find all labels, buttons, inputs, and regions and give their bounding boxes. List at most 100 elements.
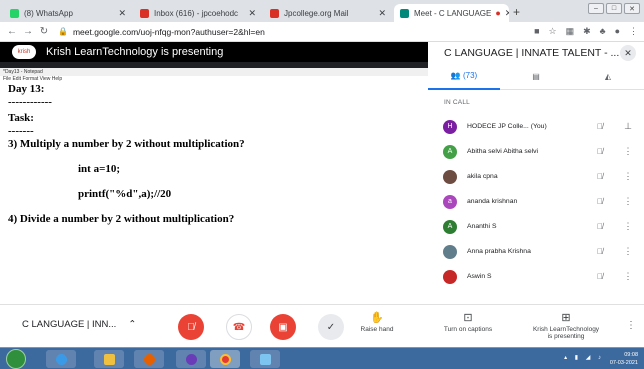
present-screen-icon: ⊞ <box>561 312 571 324</box>
whatsapp-icon <box>10 8 19 18</box>
hang-up-icon: ☎ <box>232 321 246 333</box>
more-options-icon[interactable]: ⋮ <box>620 221 636 232</box>
puzzle-icon[interactable]: ♣ <box>600 26 606 37</box>
minimize-button[interactable]: – <box>588 3 604 14</box>
mic-off-icon: 🎙̸ <box>597 272 603 281</box>
presenter-text: Krish LearnTechnology is presenting <box>46 46 224 58</box>
close-icon[interactable]: ✕ <box>620 45 636 61</box>
mic-off-icon: 🎙̸ <box>597 147 603 156</box>
tab-title: Jpcollege.org Mail <box>284 8 349 18</box>
tab-chat[interactable]: ▤ <box>500 64 572 90</box>
reload-icon[interactable]: ↻ <box>36 26 52 37</box>
chat-icon: ▤ <box>532 72 540 81</box>
more-options-icon[interactable]: ⋮ <box>620 246 636 257</box>
camera-off-icon: ▣ <box>278 321 288 333</box>
avatar <box>443 269 457 284</box>
start-button[interactable] <box>6 349 26 369</box>
internet-explorer-icon[interactable] <box>46 350 76 368</box>
presenter-logo: krish <box>12 45 36 59</box>
meeting-controls: C LANGUAGE | INN... ⌃ 🎙̸ ☎ ▣ ✓ ✋ Raise h… <box>0 304 644 347</box>
system-tray[interactable]: ▴ ▮ ◢ ♪ <box>564 354 604 361</box>
participant-row[interactable]: a ananda krishnan 🎙̸ ⋮ <box>428 189 644 214</box>
tab-meet[interactable]: Meet - C LANGUAGE ● ✕ <box>394 4 509 22</box>
maximize-button[interactable]: □ <box>606 3 622 14</box>
tab-title: Meet - C LANGUAGE <box>414 8 492 18</box>
note-line: int a=10; <box>78 163 121 175</box>
pin-icon[interactable]: ⊥ <box>620 121 636 132</box>
checkmark-button[interactable]: ✓ <box>318 314 344 340</box>
people-count: (73) <box>462 71 478 80</box>
url-text: meet.google.com/uoj-nfqg-mon?authuser=2&… <box>72 26 265 37</box>
more-options-icon[interactable]: ⋮ <box>626 320 636 331</box>
leave-call-button[interactable]: ☎ <box>226 314 252 340</box>
taskbar-clock[interactable]: 09:08 07-03-2021 <box>610 351 638 367</box>
participant-name: Abitha selvi Abitha selvi <box>467 148 539 155</box>
firefox-icon[interactable] <box>134 350 164 368</box>
hand-icon: ✋ <box>370 312 384 324</box>
captions-button[interactable]: ⊡ Turn on captions <box>432 311 504 333</box>
gmail-icon <box>270 8 279 18</box>
participant-row[interactable]: A Abitha selvi Abitha selvi 🎙̸ ⋮ <box>428 139 644 164</box>
profile-icon[interactable]: ● <box>615 26 620 37</box>
avatar: a <box>443 194 457 209</box>
close-icon[interactable]: ✕ <box>501 8 509 19</box>
presenting-label: Krish LearnTechnology <box>532 326 600 333</box>
address-bar[interactable]: 🔒 meet.google.com/uoj-nfqg-mon?authuser=… <box>58 27 265 37</box>
participant-row[interactable]: Aswin S 🎙̸ ⋮ <box>428 264 644 289</box>
star-icon[interactable]: ☆ <box>549 26 557 37</box>
note-line: printf("%d",a);//20 <box>78 188 172 200</box>
extension-icon[interactable]: ▦ <box>566 26 575 37</box>
window-controls: – □ ✕ <box>588 3 640 14</box>
tab-college-mail[interactable]: Jpcollege.org Mail ✕ <box>264 4 392 22</box>
participant-name: HODECE JP Colle... (You) <box>467 123 547 130</box>
activities-icon: ◭ <box>604 72 612 81</box>
settings-icon[interactable]: ✱ <box>583 26 591 37</box>
tab-whatsapp[interactable]: (8) WhatsApp ✕ <box>4 4 132 22</box>
more-options-icon[interactable]: ⋮ <box>620 171 636 182</box>
back-icon[interactable]: ← <box>4 26 20 37</box>
avatar: A <box>443 219 457 234</box>
avatar <box>443 244 457 259</box>
more-options-icon[interactable]: ⋮ <box>620 196 636 207</box>
participant-row[interactable]: Anna prabha Krishna 🎙̸ ⋮ <box>428 239 644 264</box>
close-icon[interactable]: ✕ <box>244 8 256 19</box>
more-options-icon[interactable]: ⋮ <box>620 271 636 282</box>
participant-name: akila cpna <box>467 173 498 180</box>
participant-name: Ananthi S <box>467 223 497 230</box>
tab-gmail-inbox[interactable]: Inbox (616) - jpcoehodc ✕ <box>134 4 262 22</box>
mic-off-icon: 🎙̸ <box>597 122 603 131</box>
paint-icon[interactable] <box>250 350 280 368</box>
avatar <box>443 169 457 184</box>
tab-title: (8) WhatsApp <box>24 8 73 18</box>
participant-row[interactable]: H HODECE JP Colle... (You) 🎙̸ ⊥ <box>428 114 644 139</box>
close-icon[interactable]: ✕ <box>114 8 126 19</box>
forward-icon[interactable]: → <box>20 26 36 37</box>
close-icon[interactable]: ✕ <box>374 8 386 19</box>
chrome-icon[interactable] <box>210 350 240 368</box>
notepad-title: *Day13 - Notepad <box>0 68 428 76</box>
file-explorer-icon[interactable] <box>94 350 124 368</box>
shared-screen: *Day13 - Notepad File Edit Format View H… <box>0 68 428 304</box>
more-options-icon[interactable]: ⋮ <box>620 146 636 157</box>
close-window-button[interactable]: ✕ <box>624 3 640 14</box>
tab-people[interactable]: 👥 (73) <box>428 64 500 90</box>
raise-hand-button[interactable]: ✋ Raise hand <box>352 311 402 333</box>
meeting-details[interactable]: C LANGUAGE | INN... ⌃ <box>22 319 136 330</box>
camera-toggle-button[interactable]: ▣ <box>270 314 296 340</box>
note-line: 3) Multiply a number by 2 without multip… <box>8 138 245 150</box>
presenting-button[interactable]: ⊞ Krish LearnTechnology is presenting <box>522 311 610 340</box>
tab-activities[interactable]: ◭ <box>572 64 644 90</box>
mic-off-icon: 🎙̸ <box>597 172 603 181</box>
media-player-icon[interactable] <box>176 350 206 368</box>
clock-time: 09:08 <box>624 352 638 358</box>
note-line: ------- <box>8 125 34 137</box>
mic-toggle-button[interactable]: 🎙̸ <box>178 314 204 340</box>
note-line: ------------ <box>8 96 52 108</box>
participant-row[interactable]: akila cpna 🎙̸ ⋮ <box>428 164 644 189</box>
participant-row[interactable]: A Ananthi S 🎙̸ ⋮ <box>428 214 644 239</box>
menu-icon[interactable]: ⋮ <box>629 26 638 37</box>
camera-indicator-icon[interactable]: ■ <box>534 26 539 37</box>
section-label: IN CALL <box>444 99 470 106</box>
new-tab-button[interactable]: + <box>513 5 520 19</box>
chevron-up-icon: ⌃ <box>128 319 137 330</box>
